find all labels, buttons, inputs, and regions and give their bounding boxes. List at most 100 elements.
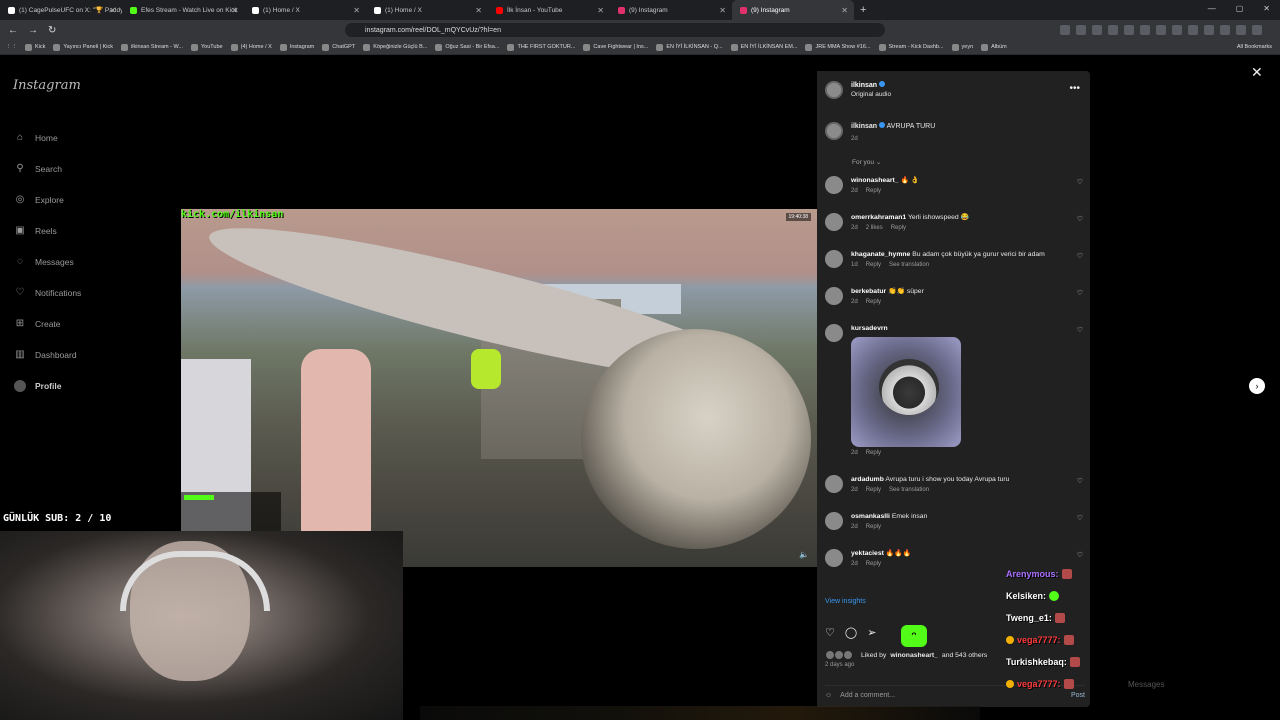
comment-user[interactable]: omerrkahraman1 <box>851 214 906 221</box>
tab-close-icon[interactable]: ✕ <box>231 6 238 15</box>
browser-tab[interactable]: İlk İnsan - YouTube ✕ <box>488 0 610 20</box>
tab-close-icon[interactable]: ✕ <box>597 6 604 15</box>
reply-button[interactable]: Reply <box>866 450 881 456</box>
reload-icon[interactable]: ↻ <box>48 25 56 36</box>
avatar[interactable] <box>825 122 843 140</box>
back-icon[interactable]: ← <box>8 25 18 36</box>
emoji-icon[interactable]: ☺ <box>825 692 832 699</box>
more-options-icon[interactable]: ••• <box>1069 83 1080 94</box>
comment-like-heart-icon[interactable]: ♡ <box>1077 326 1083 334</box>
bookmark-item[interactable]: Kick <box>25 43 45 51</box>
liked-by-count[interactable]: and 543 others <box>942 652 987 659</box>
comment-user[interactable]: winonasheart_ <box>851 177 899 184</box>
avatar[interactable] <box>825 250 843 268</box>
maximize-icon[interactable]: ▢ <box>1236 4 1244 13</box>
sidenav-item-messages[interactable]: ◌ Messages <box>14 246 81 277</box>
apps-icon[interactable]: ⋮⋮ <box>6 44 17 50</box>
comment-user[interactable]: khaganate_hymne <box>851 251 910 258</box>
reel-video[interactable]: 19:40:38 🔈 <box>181 209 817 567</box>
sidenav-item-home[interactable]: ⌂ Home <box>14 122 81 153</box>
bookmark-item[interactable]: EN İYİ İLKİNSAN EM... <box>730 43 797 51</box>
bookmark-item[interactable]: Stream - Kick Dashb... <box>878 43 944 51</box>
browser-tab[interactable]: (1) Home / X ✕ <box>244 0 366 20</box>
comment-like-heart-icon[interactable]: ♡ <box>1077 215 1083 223</box>
close-icon[interactable]: ✕ <box>1251 64 1263 81</box>
bookmark-item[interactable]: Oğuz Sasi - Bir Efsa... <box>435 43 499 51</box>
comment-like-heart-icon[interactable]: ♡ <box>1077 252 1083 260</box>
author-name[interactable]: ilkinsan <box>851 81 891 89</box>
tab-close-icon[interactable]: ✕ <box>719 6 726 15</box>
comment-user[interactable]: berkebatur <box>851 288 886 295</box>
comment-user[interactable]: osmankaslli <box>851 513 890 520</box>
avatar[interactable] <box>825 213 843 231</box>
extension-icon[interactable] <box>1204 25 1214 35</box>
reply-button[interactable]: Reply <box>866 561 881 567</box>
extension-icon[interactable] <box>1156 25 1166 35</box>
see-translation-button[interactable]: See translation <box>889 262 929 268</box>
browser-tab[interactable]: (9) Instagram ✕ <box>732 0 854 20</box>
sidenav-item-create[interactable]: ⊞ Create <box>14 308 81 339</box>
bookmark-item[interactable]: yeyn <box>951 43 973 51</box>
comment-user[interactable]: ardadumb <box>851 476 884 483</box>
bookmark-item[interactable]: YouTube <box>191 43 223 51</box>
next-arrow-icon[interactable]: › <box>1249 378 1265 394</box>
volume-icon[interactable]: 🔈 <box>799 550 809 559</box>
bookmark-item[interactable]: ChatGPT <box>322 43 355 51</box>
comment-icon[interactable]: ◯ <box>845 626 857 639</box>
sidenav-item-reels[interactable]: ▣ Reels <box>14 215 81 246</box>
new-tab-icon[interactable]: + <box>860 4 866 16</box>
reply-button[interactable]: Reply <box>866 262 881 268</box>
comment-like-heart-icon[interactable]: ♡ <box>1077 514 1083 522</box>
avatar[interactable] <box>825 324 843 342</box>
liked-by-user[interactable]: winonasheart_ <box>890 652 938 659</box>
browser-tab[interactable]: (1) CagePulseUFC on X: "🏆 Paddy P ✕ <box>0 0 122 20</box>
bookmark-item[interactable]: Albüm <box>981 43 1007 51</box>
instagram-logo[interactable]: Instagram <box>13 78 81 93</box>
url-field[interactable]: instagram.com/reel/DOL_mQYCvUz/?hl=en <box>345 23 885 37</box>
see-translation-button[interactable]: See translation <box>889 487 929 493</box>
extension-icon[interactable] <box>1060 25 1070 35</box>
reply-button[interactable]: Reply <box>866 188 881 194</box>
extension-icon[interactable] <box>1188 25 1198 35</box>
extension-icon[interactable] <box>1236 25 1246 35</box>
sidenav-item-dashboard[interactable]: ▥ Dashboard <box>14 339 81 370</box>
tab-close-icon[interactable]: ✕ <box>109 6 116 15</box>
minimize-icon[interactable]: — <box>1208 4 1216 13</box>
extension-icon[interactable] <box>1172 25 1182 35</box>
comment-user[interactable]: kursadevrn <box>851 325 888 332</box>
reply-button[interactable]: Reply <box>866 524 881 530</box>
all-bookmarks-button[interactable]: All Bookmarks <box>1237 44 1272 50</box>
comment-like-heart-icon[interactable]: ♡ <box>1077 289 1083 297</box>
bookmark-item[interactable]: THE FIRST GOKTUR... <box>507 43 575 51</box>
bookmark-item[interactable]: Köpeğinizle Güçlü B... <box>363 43 427 51</box>
view-insights-link[interactable]: View insights <box>825 598 866 605</box>
caption-author[interactable]: ilkinsan <box>851 123 877 130</box>
sidenav-item-explore[interactable]: ◎ Explore <box>14 184 81 215</box>
extension-icon[interactable] <box>1124 25 1134 35</box>
sidenav-item-search[interactable]: ⚲ Search <box>14 153 81 184</box>
comment-likes[interactable]: 2 likes <box>866 225 883 231</box>
extension-icon[interactable] <box>1220 25 1230 35</box>
bookmark-item[interactable]: EN İYİ İLKİNSAN - Q... <box>656 43 723 51</box>
extension-icon[interactable] <box>1076 25 1086 35</box>
bookmark-item[interactable]: (4) Home / X <box>230 43 272 51</box>
comment-input[interactable]: Add a comment... <box>840 692 895 699</box>
browser-tab[interactable]: (1) Home / X ✕ <box>366 0 488 20</box>
window-close-icon[interactable]: ✕ <box>1263 4 1270 13</box>
sidenav-item-notifications[interactable]: ♡ Notifications <box>14 277 82 308</box>
reply-button[interactable]: Reply <box>866 299 881 305</box>
tab-close-icon[interactable]: ✕ <box>353 6 360 15</box>
reply-button[interactable]: Reply <box>866 487 881 493</box>
avatar[interactable] <box>825 549 843 567</box>
tab-close-icon[interactable]: ✕ <box>841 6 848 15</box>
bookmark-item[interactable]: JRE MMA Show #16... <box>805 43 871 51</box>
extension-icon[interactable] <box>1140 25 1150 35</box>
avatar[interactable] <box>825 81 843 99</box>
bookmark-item[interactable]: ilkinsan Stream - W... <box>121 43 183 51</box>
comment-like-heart-icon[interactable]: ♡ <box>1077 551 1083 559</box>
avatar[interactable] <box>825 475 843 493</box>
comment-sort-dropdown[interactable]: For you ⌄ <box>852 158 881 166</box>
reply-button[interactable]: Reply <box>891 225 906 231</box>
comment-like-heart-icon[interactable]: ♡ <box>1077 178 1083 186</box>
share-icon[interactable]: ➢ <box>867 626 876 639</box>
